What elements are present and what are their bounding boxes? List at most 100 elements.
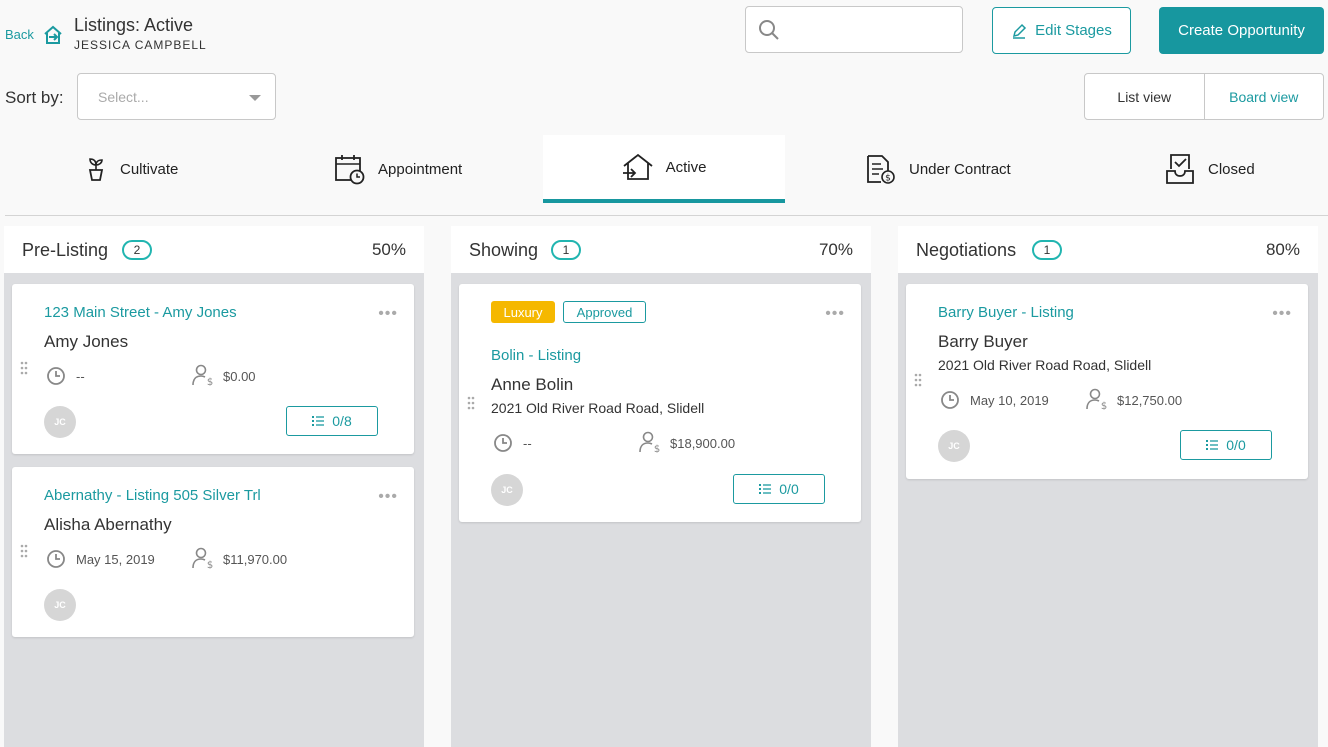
avatar[interactable]: JC — [44, 406, 76, 438]
agent-name: JESSICA CAMPBELL — [74, 38, 207, 52]
column-percent: 50% — [371, 240, 406, 259]
more-options-icon[interactable]: ••• — [378, 489, 398, 505]
sprout-icon — [88, 158, 104, 181]
count-badge: 1 — [1032, 240, 1062, 260]
tab-appointment[interactable]: Appointment — [334, 135, 462, 203]
svg-text:$: $ — [1101, 401, 1107, 410]
card-person: Anne Bolin — [491, 375, 574, 394]
card-person: Alisha Abernathy — [44, 515, 172, 534]
luxury-tag: Luxury — [491, 301, 555, 323]
column-percent: 80% — [1265, 240, 1300, 259]
more-options-icon[interactable]: ••• — [1272, 306, 1292, 322]
more-options-icon[interactable]: ••• — [378, 306, 398, 322]
sort-select[interactable]: Select... — [77, 73, 276, 120]
person-dollar-icon: $ — [1086, 388, 1107, 410]
drag-handle-icon[interactable] — [20, 544, 28, 558]
checklist-icon — [1206, 440, 1219, 450]
card-title-link[interactable]: 123 Main Street - Amy Jones — [44, 304, 237, 321]
tab-active[interactable]: Active — [543, 135, 785, 203]
opportunity-card[interactable]: ••• 123 Main Street - Amy Jones Amy Jone… — [12, 284, 414, 454]
card-person: Barry Buyer — [938, 332, 1028, 351]
avatar[interactable]: JC — [938, 430, 970, 462]
card-title-link[interactable]: Bolin - Listing — [491, 347, 581, 364]
drag-handle-icon[interactable] — [467, 396, 475, 410]
list-view-button[interactable]: List view — [1085, 74, 1205, 119]
checklist-icon — [759, 484, 772, 494]
tasks-count: 0/0 — [779, 481, 799, 497]
count-badge: 2 — [122, 240, 152, 260]
column-title: Showing — [469, 240, 539, 260]
person-dollar-icon: $ — [192, 547, 213, 569]
sort-placeholder: Select... — [98, 89, 149, 105]
sort-label: Sort by: — [5, 88, 64, 107]
tasks-button[interactable]: 0/0 — [733, 474, 825, 504]
column-header: Negotiations 1 80% — [898, 226, 1318, 273]
column-title: Pre-Listing — [22, 240, 109, 260]
more-options-icon[interactable]: ••• — [825, 306, 845, 322]
card-date: May 10, 2019 — [970, 393, 1049, 408]
tab-label: Under Contract — [909, 160, 1011, 178]
edit-stages-button[interactable]: Edit Stages — [992, 7, 1131, 54]
clock-icon — [47, 367, 65, 385]
card-amount: $0.00 — [223, 369, 256, 384]
svg-text:$: $ — [885, 174, 891, 184]
person-dollar-icon: $ — [639, 431, 660, 453]
chevron-down-icon — [249, 95, 261, 101]
svg-text:$: $ — [654, 444, 660, 453]
column-negotiations: Negotiations 1 80% ••• Barry Buyer - Lis… — [898, 226, 1318, 747]
card-title-link[interactable]: Barry Buyer - Listing — [938, 304, 1074, 321]
search-input[interactable] — [790, 17, 954, 45]
column-header: Showing 1 70% — [451, 226, 871, 273]
back-link[interactable]: Back — [5, 27, 34, 42]
card-amount: $11,970.00 — [223, 552, 288, 567]
approved-tag: Approved — [563, 301, 646, 323]
clock-icon — [494, 434, 512, 452]
tab-under-contract[interactable]: $ Under Contract — [865, 135, 1011, 203]
document-dollar-icon: $ — [867, 155, 895, 184]
tasks-count: 0/0 — [1226, 437, 1246, 453]
clock-icon — [941, 391, 959, 409]
calendar-clock-icon — [335, 155, 365, 185]
avatar[interactable]: JC — [44, 589, 76, 621]
opportunity-card[interactable]: ••• Barry Buyer - Listing Barry Buyer 20… — [906, 284, 1308, 479]
inbox-check-icon — [1166, 154, 1194, 184]
card-person: Amy Jones — [44, 332, 129, 351]
count-badge: 1 — [551, 240, 581, 260]
page-title: Listings: Active — [74, 15, 194, 35]
tasks-button[interactable]: 0/0 — [1180, 430, 1272, 460]
tab-cultivate[interactable]: Cultivate — [84, 135, 178, 203]
card-address: 2021 Old River Road Road, Slidell — [938, 357, 1152, 373]
column-percent: 70% — [818, 240, 853, 259]
avatar[interactable]: JC — [491, 474, 523, 506]
column-title: Negotiations — [916, 240, 1017, 260]
house-arrow-icon — [622, 153, 653, 180]
tab-label: Active — [665, 158, 707, 176]
tabs-divider — [5, 215, 1328, 216]
tab-closed[interactable]: Closed — [1164, 135, 1255, 203]
drag-handle-icon[interactable] — [20, 361, 28, 375]
tasks-button[interactable]: 0/8 — [286, 406, 378, 436]
card-address: 2021 Old River Road Road, Slidell — [491, 400, 705, 416]
pencil-icon — [1013, 23, 1027, 39]
card-title-link[interactable]: Abernathy - Listing 505 Silver Trl — [44, 487, 261, 504]
clock-icon — [47, 550, 65, 568]
drag-handle-icon[interactable] — [914, 373, 922, 387]
opportunity-card[interactable]: ••• Luxury Approved Bolin - Listing Anne… — [459, 284, 861, 522]
tab-label: Appointment — [378, 160, 463, 178]
search-box[interactable] — [745, 6, 963, 53]
board-view-button[interactable]: Board view — [1205, 74, 1324, 119]
svg-text:$: $ — [207, 377, 213, 386]
checklist-icon — [312, 416, 325, 426]
tasks-count: 0/8 — [332, 413, 352, 429]
opportunity-card[interactable]: ••• Abernathy - Listing 505 Silver Trl A… — [12, 467, 414, 637]
create-opportunity-button[interactable]: Create Opportunity — [1159, 7, 1324, 54]
search-icon — [759, 20, 779, 40]
card-date: May 15, 2019 — [76, 552, 155, 567]
tab-label: Closed — [1208, 160, 1255, 178]
card-amount: $18,900.00 — [670, 436, 736, 451]
card-date: -- — [76, 369, 85, 384]
card-date: -- — [523, 436, 532, 451]
tab-label: Cultivate — [120, 160, 179, 178]
back-arrow-icon[interactable] — [42, 24, 64, 46]
svg-text:$: $ — [207, 560, 213, 569]
